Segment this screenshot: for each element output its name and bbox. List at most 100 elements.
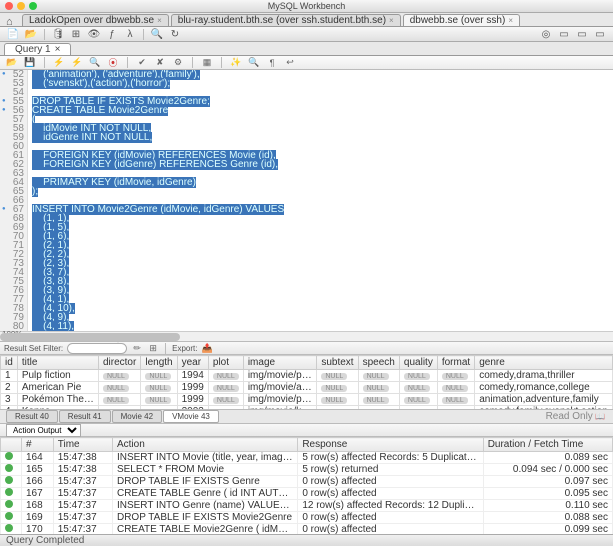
output-row[interactable]: 17015:47:37CREATE TABLE Movie2Genre ( id… (1, 524, 613, 535)
column-header[interactable] (1, 438, 22, 452)
result-tab[interactable]: VMovie 43 (163, 410, 219, 423)
connection-tab-label: dbwebb.se (over ssh) (410, 15, 506, 26)
open-icon[interactable]: 📂 (6, 57, 18, 69)
close-icon[interactable]: × (55, 44, 61, 55)
column-header[interactable]: speech (358, 356, 399, 370)
rollback-icon[interactable]: ✘ (154, 57, 166, 69)
view-icon[interactable]: 👁 (87, 28, 101, 40)
query-tab[interactable]: Query 1 × (4, 43, 71, 55)
column-header[interactable]: quality (399, 356, 437, 370)
horizontal-scrollbar[interactable]: 100% (0, 331, 613, 341)
column-header[interactable]: image (243, 356, 317, 370)
window-titlebar: MySQL Workbench (0, 0, 613, 13)
func-icon[interactable]: λ (123, 28, 137, 40)
minimize-window-icon[interactable] (17, 2, 25, 10)
result-filter-bar: Result Set Filter: ✏ ⊞ Export: 📤 (0, 341, 613, 355)
commit-icon[interactable]: ✔ (136, 57, 148, 69)
zoom-window-icon[interactable] (29, 2, 37, 10)
connection-tabs: ⌂ LadokOpen over dbwebb.se× blu-ray.stud… (0, 13, 613, 27)
column-header[interactable]: director (98, 356, 140, 370)
query-tab-label: Query 1 (15, 44, 51, 55)
panel-right-icon[interactable]: ▭ (593, 28, 607, 40)
column-header[interactable]: genre (475, 356, 613, 370)
execute-icon[interactable]: ⚡ (53, 57, 65, 69)
close-icon[interactable]: × (389, 16, 394, 25)
inspector-icon[interactable]: 🛢 (51, 28, 65, 40)
connection-tab-label: blu-ray.student.bth.se (over ssh.student… (178, 15, 386, 26)
output-row[interactable]: 16415:47:38INSERT INTO Movie (title, yea… (1, 452, 613, 464)
column-header[interactable]: Time (53, 438, 112, 452)
stop-icon[interactable]: ◎ (539, 28, 553, 40)
status-ok-icon (5, 488, 13, 496)
output-row[interactable]: 16815:47:37INSERT INTO Genre (name) VALU… (1, 500, 613, 512)
execute-current-icon[interactable]: ⚡ (71, 57, 83, 69)
filter-label: Result Set Filter: (4, 344, 63, 353)
beautify-icon[interactable]: ✨ (230, 57, 242, 69)
connection-tab[interactable]: LadokOpen over dbwebb.se× (22, 14, 169, 26)
output-header: Action Output (0, 424, 613, 437)
scrollbar-thumb[interactable] (0, 333, 180, 341)
output-type-select[interactable]: Action Output (6, 424, 81, 437)
result-tab[interactable]: Movie 42 (112, 410, 162, 423)
find-icon[interactable]: 🔍 (248, 57, 260, 69)
column-header[interactable]: Duration / Fetch Time (483, 438, 612, 452)
result-tabs-bar: Result 40Result 41Movie 42VMovie 43 Read… (0, 410, 613, 424)
connection-tab[interactable]: blu-ray.student.bth.se (over ssh.student… (171, 14, 401, 26)
table-icon[interactable]: ⊞ (69, 28, 83, 40)
output-grid[interactable]: #TimeActionResponseDuration / Fetch Time… (0, 437, 613, 534)
grid-icon[interactable]: ⊞ (147, 342, 159, 354)
output-row[interactable]: 16915:47:37DROP TABLE IF EXISTS Movie2Ge… (1, 512, 613, 524)
save-icon[interactable]: 💾 (24, 57, 36, 69)
status-ok-icon (5, 476, 13, 484)
table-row[interactable]: 1Pulp fictionNULLNULL1994NULLimg/movie/p… (1, 370, 613, 382)
readonly-label: Read Only 📖 (546, 411, 605, 422)
result-grid[interactable]: idtitledirectorlengthyearplotimagesubtex… (0, 355, 613, 410)
column-header[interactable]: Action (112, 438, 297, 452)
column-header[interactable]: year (177, 356, 208, 370)
reconnect-icon[interactable]: ↻ (168, 28, 182, 40)
connection-tab[interactable]: dbwebb.se (over ssh)× (403, 14, 520, 26)
status-ok-icon (5, 452, 13, 460)
column-header[interactable]: plot (208, 356, 243, 370)
close-icon[interactable]: × (508, 16, 513, 25)
table-row[interactable]: 3Pokémon The…NULLNULL1999NULLimg/movie/p… (1, 394, 613, 406)
new-sql-icon[interactable]: 📄 (6, 28, 20, 40)
wrap-icon[interactable]: ↩ (284, 57, 296, 69)
window-title: MySQL Workbench (0, 1, 613, 11)
status-ok-icon (5, 500, 13, 508)
output-row[interactable]: 16615:47:37DROP TABLE IF EXISTS Genre0 r… (1, 476, 613, 488)
autocommit-icon[interactable]: ⚙ (172, 57, 184, 69)
home-icon[interactable]: ⌂ (6, 16, 13, 28)
output-row[interactable]: 16515:47:38SELECT * FROM Movie5 row(s) r… (1, 464, 613, 476)
explain-icon[interactable]: 🔍 (89, 57, 101, 69)
export-icon[interactable]: 📤 (201, 342, 213, 354)
invisible-icon[interactable]: ¶ (266, 57, 278, 69)
column-header[interactable]: # (22, 438, 54, 452)
edit-icon[interactable]: ✏ (131, 342, 143, 354)
limit-icon[interactable]: ▦ (201, 57, 213, 69)
column-header[interactable]: length (141, 356, 177, 370)
close-icon[interactable]: × (157, 16, 162, 25)
sql-editor[interactable]: ● 52 53 54● 55● 56 57 58 59 60 61 62 63 … (0, 70, 613, 331)
close-window-icon[interactable] (5, 2, 13, 10)
output-row[interactable]: 16715:47:37CREATE TABLE Genre ( id INT A… (1, 488, 613, 500)
column-header[interactable]: Response (298, 438, 483, 452)
panel-left-icon[interactable]: ▭ (557, 28, 571, 40)
stop-icon[interactable]: ⦿ (107, 57, 119, 69)
column-header[interactable]: subtext (317, 356, 358, 370)
filter-input[interactable] (67, 343, 127, 354)
code-content[interactable]: ('animation'), ('adventure'),('family'),… (28, 70, 613, 331)
status-text: Query Completed (6, 535, 84, 546)
status-ok-icon (5, 464, 13, 472)
editor-toolbar: 📂 💾 ⚡ ⚡ 🔍 ⦿ ✔ ✘ ⚙ ▦ ✨ 🔍 ¶ ↩ (0, 56, 613, 70)
result-tab[interactable]: Result 40 (6, 410, 58, 423)
table-row[interactable]: 2American PieNULLNULL1999NULLimg/movie/a… (1, 382, 613, 394)
proc-icon[interactable]: ƒ (105, 28, 119, 40)
panel-bottom-icon[interactable]: ▭ (575, 28, 589, 40)
search-icon[interactable]: 🔍 (150, 28, 164, 40)
column-header[interactable]: title (17, 356, 98, 370)
column-header[interactable]: format (437, 356, 474, 370)
result-tab[interactable]: Result 41 (59, 410, 111, 423)
open-sql-icon[interactable]: 📂 (24, 28, 38, 40)
column-header[interactable]: id (1, 356, 18, 370)
